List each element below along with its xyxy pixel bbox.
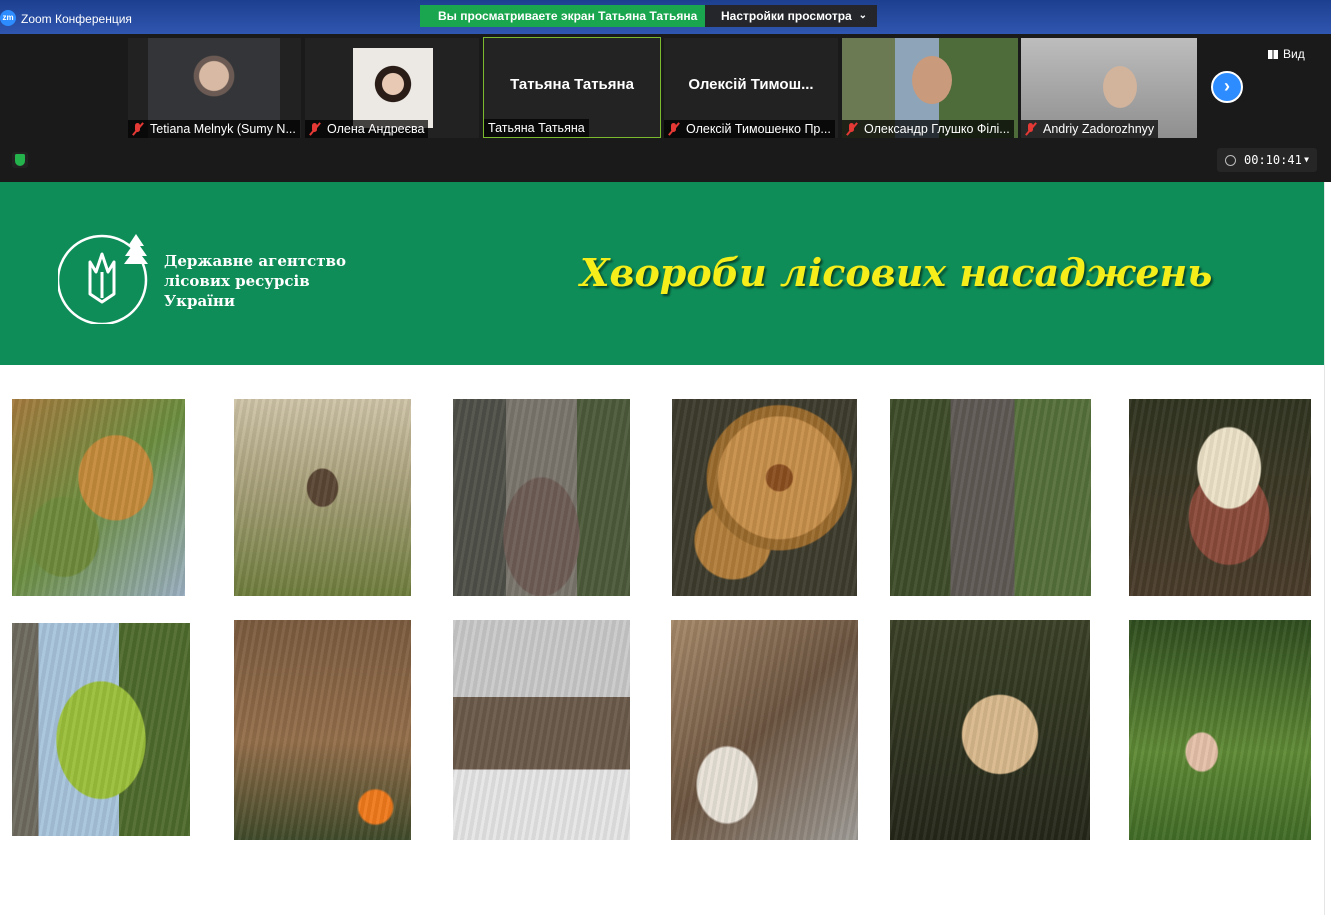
tree-disease-photo: [453, 399, 630, 596]
zoom-logo-icon: zm: [0, 10, 16, 26]
tree-disease-photo: [890, 399, 1091, 596]
participant-tile[interactable]: Andriy Zadorozhnyy: [1021, 38, 1197, 138]
participant-name-tag: Олександр Глушко Філі...: [842, 120, 1014, 138]
organization-name: Державне агентство лісових ресурсів Укра…: [164, 251, 346, 311]
next-participants-button[interactable]: ›: [1211, 71, 1243, 103]
window-title: Zoom Конференция: [21, 12, 132, 26]
meeting-timer[interactable]: 00:10:41 ▼: [1217, 148, 1317, 172]
security-shield-icon[interactable]: [12, 152, 28, 168]
participant-big-name: Татьяна Татьяна: [510, 76, 634, 93]
tree-disease-photo: [1129, 399, 1311, 596]
tree-disease-photo: [453, 620, 630, 840]
view-settings-button[interactable]: Настройки просмотра ⌄: [705, 5, 877, 27]
tree-disease-photo: [234, 620, 411, 840]
muted-mic-icon: [309, 123, 321, 135]
chevron-down-icon: ⌄: [858, 10, 867, 21]
tree-disease-photo: [12, 399, 185, 596]
view-button[interactable]: Вид: [1268, 47, 1305, 61]
participant-tile[interactable]: Олександр Глушко Філі...: [842, 38, 1018, 138]
participant-name-tag: Олена Андреєва: [305, 120, 429, 138]
muted-mic-icon: [132, 123, 144, 135]
participant-face: [912, 56, 952, 104]
chevron-right-icon: ›: [1224, 76, 1230, 96]
grid-view-icon: [1268, 50, 1278, 59]
participant-name-tag: Олексій Тимошенко Пр...: [664, 120, 835, 138]
participant-face: [1103, 66, 1137, 108]
muted-mic-icon: [846, 123, 858, 135]
slide-header: Державне агентство лісових ресурсів Укра…: [0, 182, 1324, 365]
participant-tile[interactable]: Tetiana Melnyk (Sumy N...: [128, 38, 301, 138]
window-edge: [1324, 182, 1331, 915]
participant-big-name: Олексій Тимош...: [688, 76, 814, 93]
participant-tile-active-speaker[interactable]: Татьяна Татьяна Татьяна Татьяна: [483, 37, 661, 138]
tree-disease-photo: [12, 623, 190, 836]
caret-down-icon: ▼: [1304, 155, 1309, 164]
org-name-line: України: [164, 292, 236, 310]
forest-agency-emblem-icon: [58, 234, 148, 324]
timer-value: 00:10:41: [1244, 153, 1302, 167]
title-bar: zm Zoom Конференция Вы просматриваете эк…: [0, 0, 1331, 34]
slide-title: Хвороби лісових насаджень: [580, 250, 1213, 295]
participant-tile[interactable]: Олексій Тимош... Олексій Тимошенко Пр...: [664, 38, 838, 138]
participant-tile[interactable]: Олена Андреєва: [305, 38, 479, 138]
screen-share-banner: Вы просматриваете экран Татьяна Татьяна: [420, 5, 716, 27]
clock-icon: [1225, 155, 1236, 166]
org-name-line: Державне агентство: [164, 252, 346, 270]
participant-name-tag: Tetiana Melnyk (Sumy N...: [128, 120, 300, 138]
muted-mic-icon: [1025, 123, 1037, 135]
tree-disease-photo: [890, 620, 1090, 840]
muted-mic-icon: [668, 123, 680, 135]
tree-disease-photo: [672, 399, 857, 596]
tree-disease-photo: [234, 399, 411, 596]
participant-photo: [353, 48, 433, 128]
tree-disease-photo: [1129, 620, 1311, 840]
participant-strip: Tetiana Melnyk (Sumy N... Олена Андреєва…: [0, 34, 1331, 182]
participant-name-tag: Andriy Zadorozhnyy: [1021, 120, 1159, 138]
view-settings-label: Настройки просмотра: [721, 9, 852, 23]
org-name-line: лісових ресурсів: [164, 272, 310, 290]
view-label: Вид: [1283, 47, 1305, 61]
tree-disease-photo: [671, 620, 858, 840]
participant-name-tag: Татьяна Татьяна: [484, 119, 589, 137]
